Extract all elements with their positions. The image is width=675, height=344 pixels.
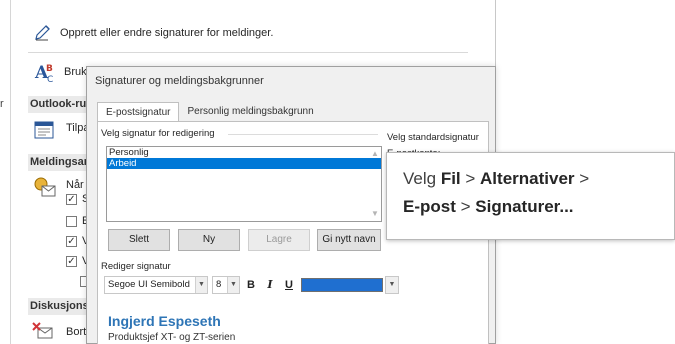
dialog-title: Signaturer og meldingsbakgrunner: [95, 75, 264, 87]
svg-text:B: B: [46, 64, 53, 74]
naar-label: Når: [66, 179, 84, 191]
callout-file: Fil: [440, 169, 461, 188]
create-signature-row[interactable]: Opprett eller endre signaturer for meldi…: [34, 20, 273, 46]
reading-pane-icon: [34, 121, 54, 139]
left-divider: [10, 0, 11, 344]
message-arrival-icon: [34, 177, 56, 197]
section-messages: Meldingsan: [28, 154, 90, 171]
cleanup-icon: [32, 322, 53, 339]
section-outlook-panes: Outlook-rut: [28, 96, 90, 113]
callout-options: Alternativer: [480, 169, 575, 188]
message-option-checkbox-2[interactable]: [66, 216, 77, 227]
new-button[interactable]: Ny: [178, 229, 240, 251]
signature-name: Ingjerd Espeseth: [108, 313, 221, 329]
row-divider: [28, 52, 468, 53]
font-size-select[interactable]: 8 ▼: [212, 276, 240, 294]
signature-title: Produktsjef XT- og ZT-serien: [108, 332, 236, 343]
underline-button[interactable]: U: [281, 276, 297, 294]
callout-line-2: E-post > Signaturer...: [403, 193, 674, 221]
callout-sep: >: [460, 169, 481, 188]
select-signature-divider: [228, 134, 378, 135]
section-discussions: Diskusjonsc: [28, 298, 90, 315]
chevron-down-icon: ▼: [386, 277, 398, 293]
message-option-checkbox-1[interactable]: ✓: [66, 194, 77, 205]
font-size-value: 8: [216, 279, 222, 290]
font-color-swatch[interactable]: [301, 278, 383, 292]
callout-email: E-post: [403, 197, 456, 216]
italic-button[interactable]: I: [262, 276, 278, 294]
callout-sep: >: [574, 169, 590, 188]
font-name-select[interactable]: Segoe UI Semibold ▼: [104, 276, 208, 294]
message-option-checkbox-3[interactable]: ✓: [66, 236, 77, 247]
bort-label: Bort: [66, 326, 87, 338]
rename-button[interactable]: Gi nytt navn: [317, 229, 381, 251]
pen-icon: [35, 25, 50, 41]
chevron-down-icon: ▼: [227, 277, 239, 293]
message-option-checkbox-4[interactable]: ✓: [66, 256, 77, 267]
svg-text:C: C: [47, 75, 53, 84]
signature-list[interactable]: Personlig Arbeid ▲ ▼: [106, 146, 382, 222]
tab-personal-stationery[interactable]: Personlig meldingsbakgrunn: [179, 102, 321, 122]
select-signature-label: Velg signatur for redigering: [101, 128, 215, 139]
scroll-down-icon[interactable]: ▼: [371, 209, 379, 218]
create-signature-label: Opprett eller endre signaturer for meldi…: [60, 27, 274, 39]
chevron-down-icon: ▼: [195, 277, 207, 293]
spelling-row: A B C Bruk: [34, 60, 87, 84]
font-color-dropdown[interactable]: ▼: [385, 276, 399, 294]
bruk-label: Bruk: [64, 66, 87, 78]
default-signature-label: Velg standardsignatur: [387, 132, 479, 143]
signature-item-personlig[interactable]: Personlig: [107, 147, 381, 158]
formatting-toolbar: Segoe UI Semibold ▼ 8 ▼ B I U ▼: [104, 275, 399, 295]
bold-button[interactable]: B: [243, 276, 259, 294]
signature-list-scrollbar[interactable]: ▲ ▼: [369, 147, 381, 221]
instruction-callout: Velg Fil > Alternativer > E-post > Signa…: [386, 152, 675, 240]
signature-item-arbeid[interactable]: Arbeid: [107, 158, 381, 169]
scroll-up-icon[interactable]: ▲: [371, 149, 379, 158]
callout-signatures: Signaturer...: [475, 197, 574, 216]
spelling-abc-icon: A B C: [34, 63, 53, 84]
edit-signature-label: Rediger signatur: [101, 261, 171, 272]
callout-line-1: Velg Fil > Alternativer >: [403, 165, 674, 193]
callout-text: Velg: [403, 169, 441, 188]
left-edge-text: r: [0, 98, 4, 110]
save-button[interactable]: Lagre: [248, 229, 310, 251]
dialog-tabs: E-postsignatur Personlig meldingsbakgrun…: [97, 102, 322, 122]
delete-button[interactable]: Slett: [108, 229, 170, 251]
tab-email-signature[interactable]: E-postsignatur: [97, 102, 180, 122]
callout-sep: >: [455, 197, 476, 216]
font-name-value: Segoe UI Semibold: [108, 279, 190, 290]
